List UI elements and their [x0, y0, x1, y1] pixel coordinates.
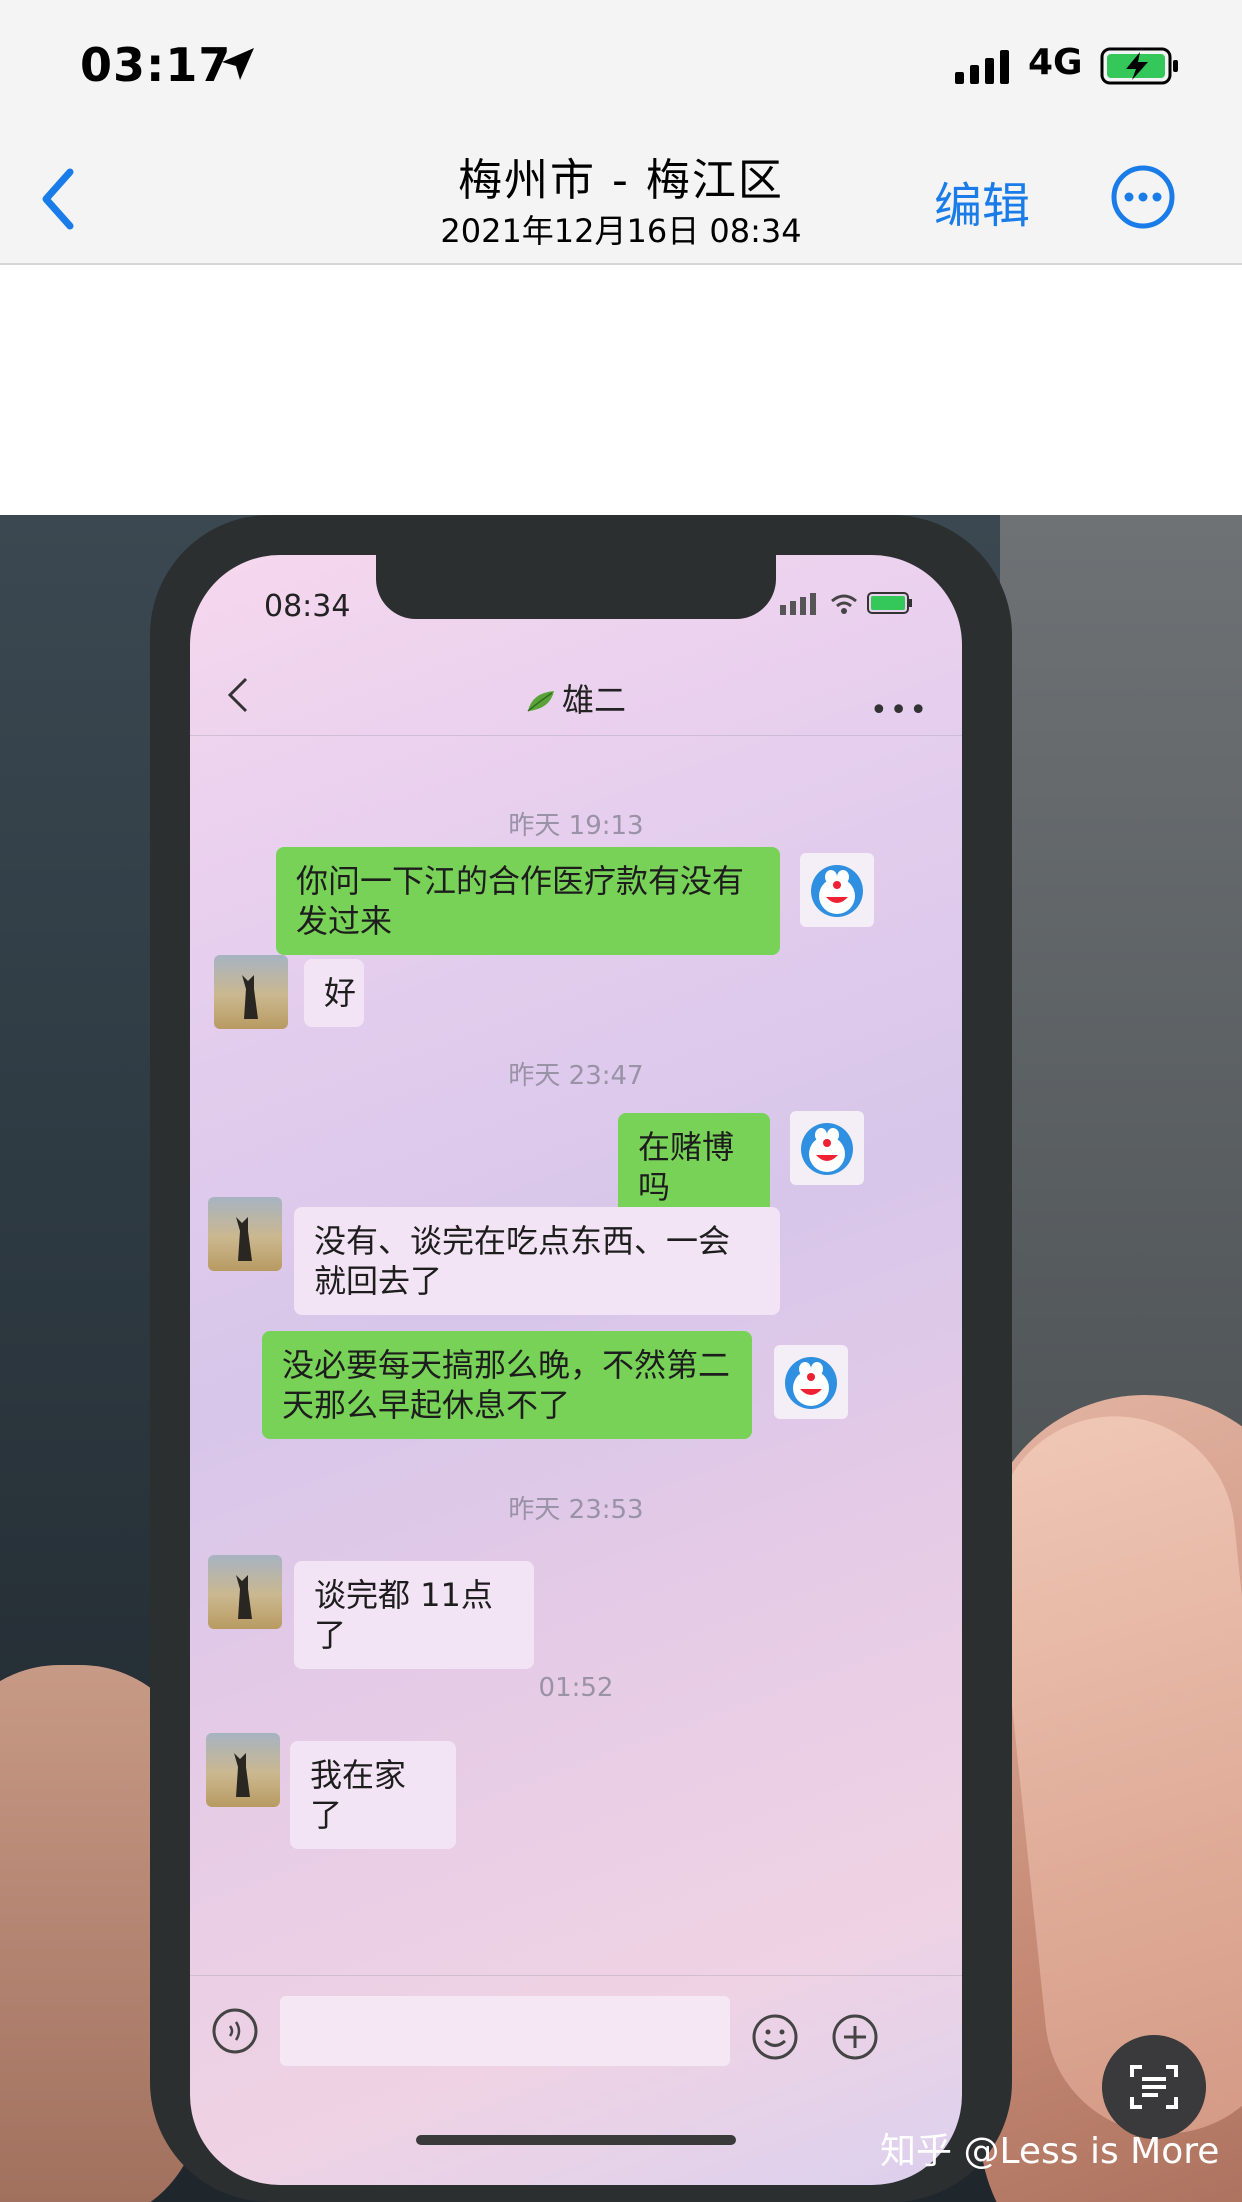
phone-notch — [376, 555, 776, 619]
chat-title: 雄二 — [190, 675, 962, 721]
leaf-icon — [527, 691, 554, 712]
avatar-dog[interactable] — [208, 1555, 282, 1629]
dog-avatar-icon — [236, 1217, 252, 1261]
phone-screen: 08:34 雄二 ••• 昨天 19:13 你问一下江的合作医疗款有没有发过来 … — [190, 555, 962, 2185]
received-message[interactable]: 没有、谈完在吃点东西、一会就回去了 — [294, 1207, 780, 1315]
chat-input-bar — [190, 1975, 962, 2096]
sent-message[interactable]: 在赌博吗 — [618, 1113, 770, 1221]
chat-timestamp: 01:52 — [538, 1673, 614, 1703]
voice-icon[interactable] — [210, 2006, 260, 2056]
doraemon-avatar-icon — [811, 865, 863, 917]
dog-avatar-icon — [236, 1575, 252, 1619]
signal-bars-icon — [955, 50, 1009, 84]
chat-timestamp: 昨天 23:53 — [508, 1495, 644, 1525]
emoji-icon[interactable] — [750, 2012, 800, 2062]
avatar-dog[interactable] — [214, 955, 288, 1029]
phone-status-icons — [780, 592, 912, 615]
photo-location-title: 梅州市 - 梅江区 — [458, 155, 784, 206]
photo-date-subtitle: 2021年12月16日 08:34 — [440, 212, 802, 250]
status-bar: 03:17 4G — [0, 0, 1242, 130]
photo-nav-bar: 梅州市 - 梅江区 2021年12月16日 08:34 编辑 — [0, 130, 1242, 265]
received-message[interactable]: 我在家了 — [290, 1741, 456, 1849]
avatar-doraemon[interactable] — [800, 853, 874, 927]
photo-top-margin — [0, 265, 1242, 515]
zhihu-watermark: 知乎 @Less is More — [880, 2131, 1220, 2172]
avatar-doraemon[interactable] — [790, 1111, 864, 1185]
received-message[interactable]: 谈完都 11点了 — [294, 1561, 534, 1669]
chat-header: 雄二 ••• — [190, 655, 962, 736]
phone-status-time: 08:34 — [264, 589, 351, 624]
received-message[interactable]: 好 — [304, 959, 364, 1027]
edit-button[interactable]: 编辑 — [934, 166, 1030, 236]
more-circle-icon[interactable] — [1110, 164, 1176, 230]
location-arrow-icon — [222, 48, 254, 80]
avatar-doraemon[interactable] — [774, 1345, 848, 1419]
sent-message[interactable]: 你问一下江的合作医疗款有没有发过来 — [276, 847, 780, 955]
dog-avatar-icon — [234, 1753, 250, 1797]
message-input[interactable] — [280, 1996, 730, 2066]
battery-charging-icon — [1100, 47, 1178, 85]
avatar-dog[interactable] — [206, 1733, 280, 1807]
doraemon-avatar-icon — [785, 1357, 837, 1409]
dog-avatar-icon — [242, 975, 258, 1019]
chat-more-icon[interactable]: ••• — [870, 693, 929, 728]
network-type: 4G — [1028, 42, 1083, 83]
doraemon-avatar-icon — [801, 1123, 853, 1175]
avatar-dog[interactable] — [208, 1197, 282, 1271]
chat-title-text: 雄二 — [561, 681, 626, 719]
photo-image: 08:34 雄二 ••• 昨天 19:13 你问一下江的合作医疗款有没有发过来 … — [0, 515, 1242, 2202]
chat-timestamp: 昨天 19:13 — [508, 811, 644, 841]
chat-timestamp: 昨天 23:47 — [508, 1061, 644, 1091]
plus-icon[interactable] — [830, 2012, 880, 2062]
sent-message[interactable]: 没必要每天搞那么晚，不然第二天那么早起休息不了 — [262, 1331, 752, 1439]
phone-home-indicator — [416, 2135, 736, 2145]
status-time: 03:17 — [80, 38, 232, 92]
